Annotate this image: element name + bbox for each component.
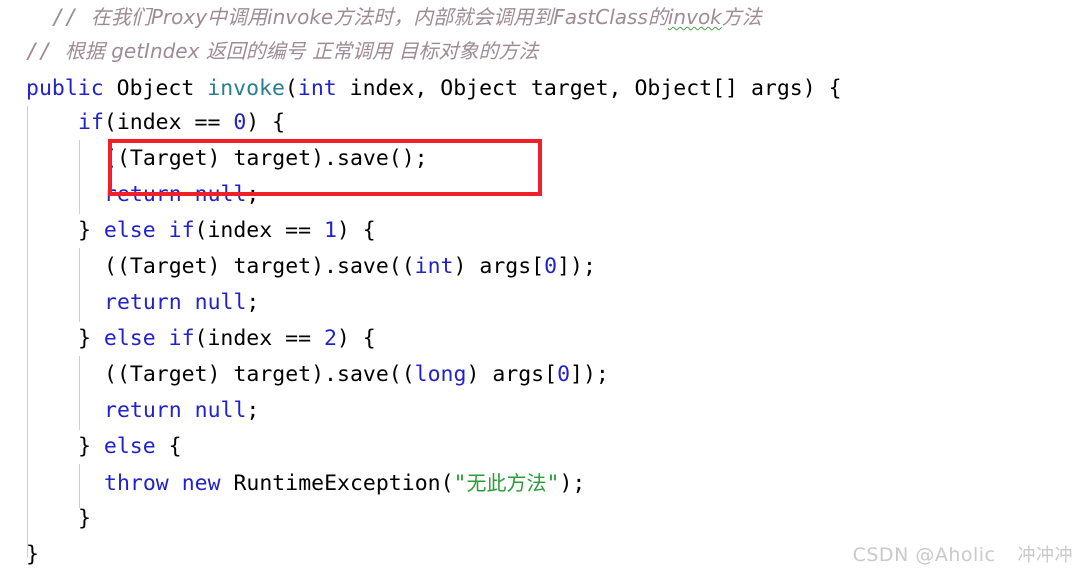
code-area[interactable]: // 在我们Proxy中调用invoke方法时，内部就会调用到FastClass…	[0, 0, 1087, 575]
code-line-else: } else {	[78, 434, 182, 459]
comment-text-1: // 在我们Proxy中调用invoke方法时，内部就会调用到FastClass…	[52, 5, 762, 30]
cast-type-long: long	[414, 362, 467, 387]
literal-null: null	[194, 182, 247, 207]
keyword-new: new	[181, 471, 221, 496]
code-line-comment-1: // 在我们Proxy中调用invoke方法时，内部就会调用到FastClass…	[0, 0, 1087, 35]
param-type-object-array: Object[]	[634, 76, 739, 101]
index-value-0: 0	[233, 110, 247, 135]
code-line-close-inner: }	[0, 501, 1087, 537]
keyword-throw: throw	[104, 471, 169, 496]
code-line-save-no-arg: ((Target) target).save();	[0, 141, 1087, 177]
watermark: CSDN @Aholic 冲冲冲	[853, 541, 1073, 567]
code-editor-screenshot: // 在我们Proxy中调用invoke方法时，内部就会调用到FastClass…	[0, 0, 1087, 575]
keyword-return: return	[104, 182, 182, 207]
literal-null: null	[194, 290, 247, 315]
keyword-return: return	[104, 290, 182, 315]
spellcheck-typo-invok: invok	[667, 5, 722, 29]
index-value-2: 2	[323, 326, 337, 351]
cast-type-int: int	[414, 254, 454, 279]
code-line-save-long: ((Target) target).save((long) args[0]);	[104, 362, 609, 387]
keyword-else: else	[103, 434, 156, 459]
param-type-object: Object	[440, 76, 518, 101]
code-line-else-if-index-1: } else if(index == 1) {	[78, 218, 376, 243]
watermark-nickname: 冲冲冲	[1017, 545, 1073, 566]
code-line-return-3: return null;	[104, 398, 260, 423]
index-value-1: 1	[323, 218, 337, 243]
code-line-return-2: return null;	[104, 290, 260, 315]
arg-index-0: 0	[544, 254, 558, 279]
watermark-handle: CSDN @Aholic	[852, 544, 996, 566]
keyword-return: return	[104, 398, 182, 423]
return-type: Object	[116, 76, 195, 101]
string-literal-message: "无此方法"	[453, 471, 560, 496]
keyword-if: if	[78, 110, 104, 135]
statement-save-no-arg: ((Target) target).save();	[104, 146, 428, 171]
code-line-comment-2: // 根据 getIndex 返回的编号 正常调用 目标对象的方法	[0, 33, 1087, 69]
keyword-if: if	[168, 218, 195, 243]
literal-null: null	[194, 398, 247, 423]
code-line-return-1: return null;	[104, 182, 260, 207]
method-name-invoke: invoke	[207, 76, 285, 101]
keyword-else: else	[103, 218, 156, 243]
code-line-method-signature: public Object invoke(int index, Object t…	[26, 76, 842, 101]
modifier-public: public	[26, 76, 104, 101]
comment-text-2: // 根据 getIndex 返回的编号 正常调用 目标对象的方法	[26, 39, 539, 64]
code-line-if-index-0: if(index == 0) {	[78, 110, 286, 135]
code-line-throw-exception: throw new RuntimeException("无此方法");	[104, 471, 586, 496]
keyword-if: if	[168, 326, 195, 351]
closing-brace-outer: }	[26, 542, 39, 567]
code-line-save-int: ((Target) target).save((int) args[0]);	[104, 254, 596, 279]
arg-index-0: 0	[557, 362, 571, 387]
keyword-else: else	[103, 326, 156, 351]
code-line-else-if-index-2: } else if(index == 2) {	[78, 326, 376, 351]
param-type-int: int	[297, 76, 337, 101]
exception-class-name: RuntimeException(	[220, 471, 454, 496]
closing-brace-inner: }	[78, 506, 91, 531]
